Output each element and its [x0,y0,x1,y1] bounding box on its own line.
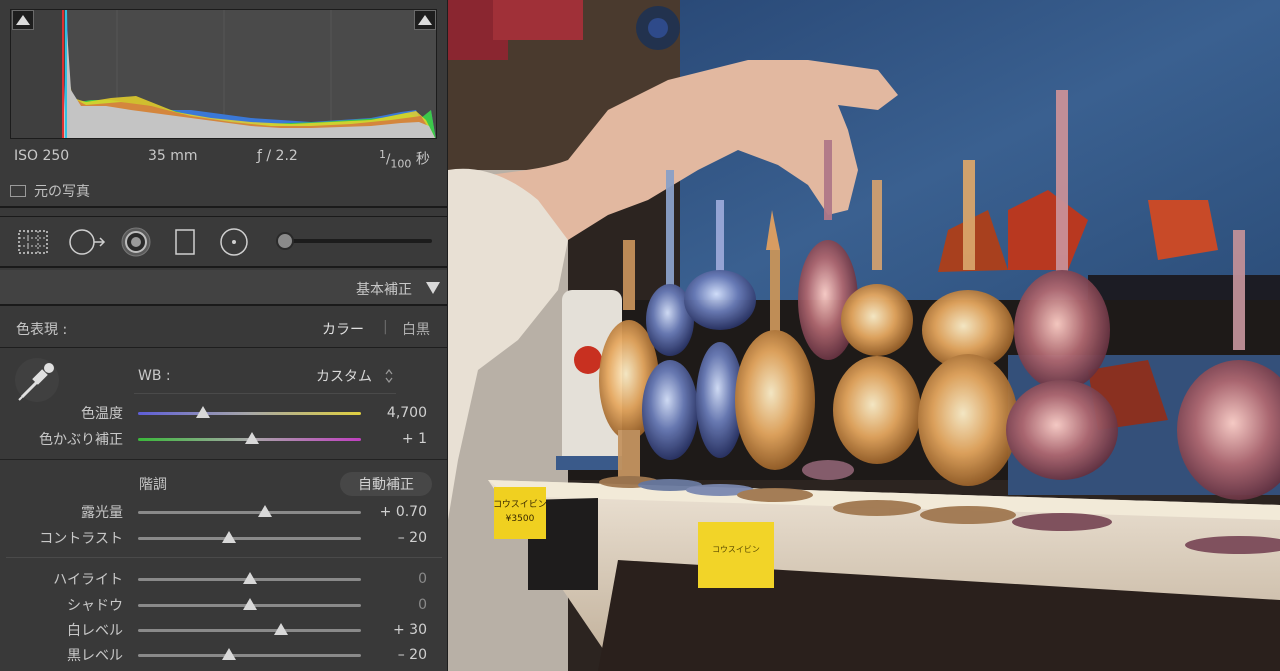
exposure-slider-track[interactable] [138,511,361,514]
tint-slider-thumb[interactable] [244,432,259,444]
blacks-value[interactable]: – 20 [398,647,427,663]
treatment-divider: | [383,319,388,335]
highlights-label: ハイライト [53,572,123,588]
focal-length-readout: 35 mm [148,148,198,164]
shutter-denominator: 100 [390,157,412,171]
treatment-bw-button[interactable]: 白黒 [402,319,430,339]
blacks-label: 黒レベル [67,648,123,664]
highlights-value[interactable]: 0 [418,571,427,587]
exposure-value[interactable]: + 0.70 [380,504,427,520]
tint-value[interactable]: + 1 [402,431,427,447]
whites-value[interactable]: + 30 [393,622,427,638]
basic-panel-title: 基本補正 [356,282,412,298]
exposure-slider-thumb[interactable] [258,505,273,517]
price-tag-1-line2: ¥3500 [506,514,535,524]
highlights-slider-thumb[interactable] [242,572,257,584]
shutter-unit: 秒 [415,151,430,168]
original-photo-toggle[interactable]: 元の写真 [10,181,90,201]
collapse-arrow-icon[interactable] [426,282,440,294]
price-tag-1 [494,487,546,539]
shadows-value[interactable]: 0 [418,597,427,613]
price-tag-2-text: コウスイビン [712,545,760,554]
basic-panel-header[interactable]: 基本補正 [0,270,447,306]
histogram[interactable] [10,9,437,139]
exposure-label: 露光量 [81,505,123,521]
checkbox-icon [10,185,26,197]
photo-preview: コウスイビン ¥3500 コウスイビン [448,0,1280,671]
contrast-slider-thumb[interactable] [222,531,237,543]
histogram-section: ISO 250 35 mm ƒ / 2.2 1/100 秒 元の写真 [0,0,447,208]
wb-select[interactable]: カスタム [316,366,372,386]
triangle-up-icon [418,15,432,25]
eyedropper-icon[interactable] [14,357,60,403]
price-tag-2 [698,522,774,588]
tone-divider [6,557,442,558]
temp-slider-track[interactable] [138,412,361,415]
tint-label: 色かぶり補正 [39,432,123,448]
shadow-clipping-toggle[interactable] [12,10,34,30]
graduated-filter-icon[interactable] [174,226,196,258]
wb-divider [134,393,396,394]
original-photo-label: 元の写真 [34,184,90,200]
temp-label: 色温度 [81,406,123,422]
adjustment-brush-track[interactable] [290,239,432,243]
aperture-readout: ƒ / 2.2 [257,148,298,164]
blacks-slider-thumb[interactable] [222,648,237,660]
updown-chevron-icon[interactable] [385,369,393,383]
contrast-value[interactable]: – 20 [398,530,427,546]
shadows-label: シャドウ [67,598,123,614]
price-tag-1-line1: コウスイビン [493,499,547,510]
contrast-label: コントラスト [39,531,123,547]
wb-label: WB : [138,368,171,384]
whites-slider-track[interactable] [138,629,361,632]
contrast-slider-track[interactable] [138,537,361,540]
iso-readout: ISO 250 [14,148,70,164]
perfume-bottles-photo: コウスイビン ¥3500 コウスイビン [448,0,1280,671]
red-eye-icon[interactable] [120,226,152,258]
temp-value[interactable]: 4,700 [387,405,427,421]
triangle-up-icon [16,15,30,25]
treatment-color-button[interactable]: カラー [322,319,364,339]
crop-overlay-icon[interactable] [16,226,50,258]
spot-removal-icon[interactable] [67,226,107,258]
treatment-label: 色表現 : [16,322,68,338]
develop-panel: ISO 250 35 mm ƒ / 2.2 1/100 秒 元の写真 基本補正 … [0,0,448,671]
blacks-slider-track[interactable] [138,654,361,657]
temp-slider-thumb[interactable] [195,406,210,418]
adjustment-brush-icon[interactable] [276,232,294,250]
radial-filter-icon[interactable] [218,226,250,258]
histogram-graph [11,10,436,138]
whites-label: 白レベル [67,623,123,639]
highlight-clipping-toggle[interactable] [414,10,436,30]
treatment-row: 色表現 : カラー | 白黒 [0,308,447,348]
whites-slider-thumb[interactable] [273,623,288,635]
shutter-numerator: 1 [379,148,386,161]
auto-tone-button[interactable]: 自動補正 [340,472,432,496]
shutter-readout: 1/100 秒 [379,148,430,171]
shadows-slider-thumb[interactable] [242,598,257,610]
tone-label: 階調 [139,477,167,493]
